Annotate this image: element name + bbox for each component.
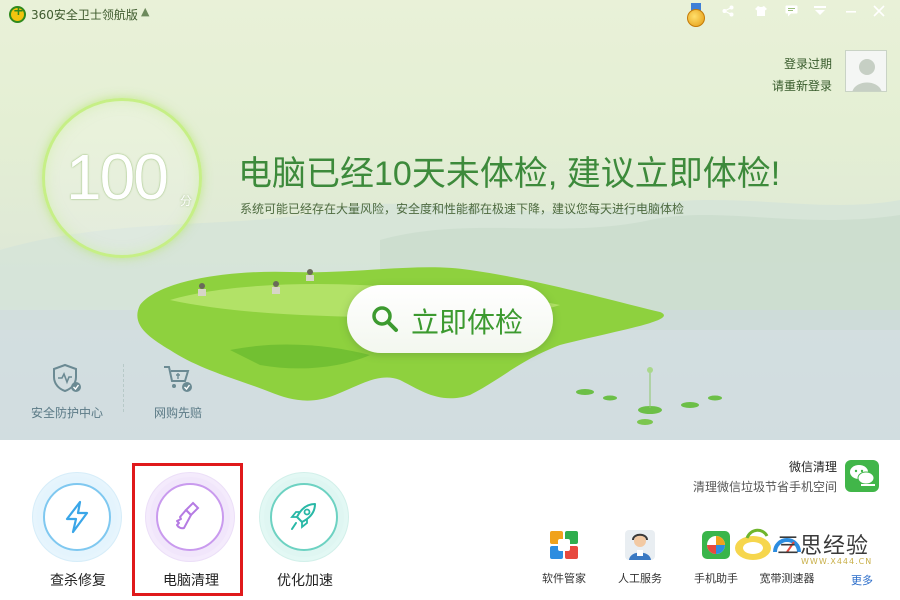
wechat-cleanup-title[interactable]: 微信清理	[789, 458, 837, 475]
phone-assistant-label: 手机助手	[694, 572, 738, 585]
start-checkup-button[interactable]: 立即体检	[347, 285, 553, 353]
optimize-speedup-label: 优化加速	[277, 573, 333, 589]
rocket-icon	[290, 503, 316, 530]
search-icon	[372, 306, 398, 332]
support-agent-app[interactable]: 人工服务	[610, 530, 670, 586]
watermark-text: 三思经验	[777, 534, 870, 559]
security-center-label: 安全防护中心	[30, 406, 103, 420]
app-logo-icon	[9, 4, 26, 23]
headline: 电脑已经10天未体检, 建议立即体检!	[238, 155, 781, 193]
software-manager-icon	[549, 530, 579, 560]
update-arrow-icon[interactable]: ▲	[141, 5, 149, 18]
cart-icon	[164, 366, 192, 392]
hero-panel: 360安全卫士领航版 ▲ 登录过期 请重新登录 100 分 电脑已经10天未体检…	[0, 0, 900, 440]
app-title: 360安全卫士领航版	[31, 8, 138, 22]
speed-test-label: 宽带测速器	[759, 572, 815, 585]
security-center-shortcut[interactable]: 安全防护中心	[22, 362, 112, 421]
shield-icon	[53, 363, 81, 393]
watermark-logo-icon	[735, 528, 771, 560]
watermark-url: WWW.X444.CN	[801, 557, 873, 566]
more-link[interactable]: 更多	[851, 572, 873, 588]
software-manager-label: 软件管家	[542, 572, 586, 585]
close-icon[interactable]	[868, 4, 890, 24]
optimize-speedup-button[interactable]	[257, 472, 351, 562]
medal-icon[interactable]	[686, 3, 706, 27]
login-expired-text[interactable]: 登录过期	[784, 55, 832, 72]
subline: 系统可能已经存在大量风险，安全度和性能都在极速下降，建议您每天进行电脑体检	[240, 202, 685, 216]
shopping-guarantee-shortcut[interactable]: 网购先赔	[133, 362, 223, 421]
start-checkup-label: 立即体检	[411, 306, 524, 339]
score-unit: 分	[180, 194, 193, 208]
minimize-icon[interactable]	[840, 4, 862, 24]
lightning-icon	[65, 500, 89, 534]
phone-assistant-icon	[701, 530, 731, 560]
relogin-link[interactable]: 请重新登录	[772, 77, 832, 94]
support-agent-label: 人工服务	[618, 572, 662, 585]
avatar[interactable]	[845, 50, 887, 92]
message-icon[interactable]	[780, 4, 802, 24]
title-bar: 360安全卫士领航版 ▲	[0, 0, 900, 28]
skin-shirt-icon[interactable]	[750, 4, 772, 24]
health-score: 100	[66, 141, 169, 213]
shopping-guarantee-label: 网购先赔	[153, 406, 202, 420]
menu-dropdown-icon[interactable]	[809, 4, 831, 24]
wechat-cleanup-subtitle[interactable]: 清理微信垃圾节省手机空间	[693, 478, 837, 495]
highlight-box	[132, 463, 243, 596]
divider	[123, 364, 124, 412]
wechat-cleanup-icon[interactable]	[845, 460, 879, 492]
software-manager-app[interactable]: 软件管家	[534, 530, 594, 586]
share-icon[interactable]	[717, 4, 739, 24]
virus-scan-repair-label: 查杀修复	[50, 573, 106, 589]
watermark: 三思经验 WWW.X444.CN	[733, 524, 883, 572]
virus-scan-repair-button[interactable]	[30, 472, 124, 562]
support-agent-icon	[625, 530, 655, 560]
